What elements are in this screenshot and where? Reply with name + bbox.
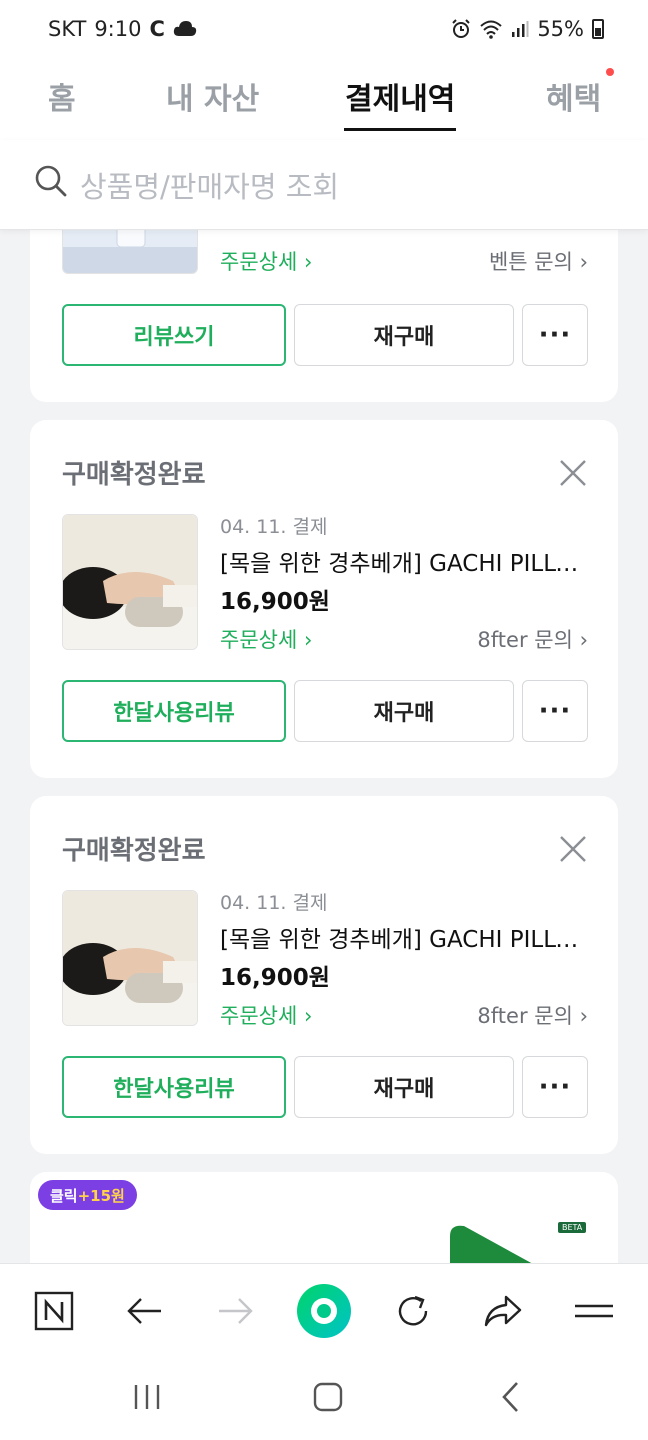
status-right: 55% <box>451 17 604 41</box>
order-card: 주문상세 › 벤튼 문의 › 리뷰쓰기 재구매 ··· <box>30 230 618 402</box>
repurchase-button[interactable]: 재구매 <box>294 1056 514 1118</box>
wifi-icon <box>480 20 502 39</box>
seller-inquiry-link[interactable]: 8fter 문의 › <box>477 624 588 654</box>
clock: 9:10 <box>94 17 142 41</box>
product-thumbnail[interactable] <box>62 890 198 1026</box>
order-card: 구매확정완료 04. 11. 결제 [목을 위한 경추베개] GACHI PIL… <box>30 420 618 778</box>
close-icon[interactable] <box>558 834 588 864</box>
beta-tag: BETA <box>558 1222 587 1233</box>
home-green-circle-icon[interactable] <box>296 1283 352 1339</box>
tab-payment-history[interactable]: 결제내역 <box>345 74 455 118</box>
notification-dot <box>606 68 614 76</box>
status-bar: SKT 9:10 C 55% <box>0 0 648 60</box>
search-icon <box>35 165 67 197</box>
pillow-photo <box>63 891 197 1025</box>
product-price: 16,900원 <box>220 965 330 991</box>
close-icon[interactable] <box>558 458 588 488</box>
product-title[interactable]: [목을 위한 경추베개] GACHI PILLOW <box>220 920 588 954</box>
status-left: SKT 9:10 C <box>48 17 197 41</box>
repurchase-button[interactable]: 재구매 <box>294 304 514 366</box>
product-thumbnail[interactable] <box>62 514 198 650</box>
order-detail-link[interactable]: 주문상세 › <box>220 624 312 654</box>
product-title[interactable]: [목을 위한 경추베개] GACHI PILLOW <box>220 544 588 578</box>
share-icon[interactable] <box>478 1286 528 1336</box>
active-tab-indicator <box>344 128 456 131</box>
tab-benefits[interactable]: 혜택 <box>546 74 601 118</box>
tab-my-assets[interactable]: 내 자산 <box>166 74 259 118</box>
browser-toolbar <box>0 1263 648 1357</box>
top-tabs: 홈 내 자산 결제내역 혜택 <box>0 60 648 140</box>
system-nav-bar <box>0 1357 648 1440</box>
order-detail-link[interactable]: 주문상세 › <box>220 246 312 276</box>
payment-date: 04. 11. 결제 <box>220 516 328 538</box>
product-image <box>63 230 197 273</box>
signal-icon <box>512 21 529 37</box>
cloud-icon <box>173 21 197 36</box>
search-input[interactable]: 상품명/판매자명 조회 <box>80 164 339 206</box>
naver-n-icon[interactable] <box>29 1286 79 1336</box>
search-bar[interactable]: 상품명/판매자명 조회 <box>0 140 648 230</box>
more-options-button[interactable]: ··· <box>522 1056 588 1118</box>
order-list: 주문상세 › 벤튼 문의 › 리뷰쓰기 재구매 ··· 구매확정완료 04. 1… <box>0 230 648 1264</box>
forward-arrow-icon[interactable] <box>210 1286 260 1336</box>
refresh-icon[interactable] <box>388 1286 438 1336</box>
battery-icon <box>592 19 604 39</box>
order-detail-link[interactable]: 주문상세 › <box>220 1000 312 1030</box>
order-card: 구매확정완료 04. 11. 결제 [목을 위한 경추베개] GACHI PIL… <box>30 796 618 1154</box>
back-icon[interactable] <box>500 1381 520 1413</box>
monthly-review-button[interactable]: 한달사용리뷰 <box>62 1056 286 1118</box>
product-price: 16,900원 <box>220 589 330 615</box>
order-status: 구매확정완료 <box>62 460 206 490</box>
battery-percent: 55% <box>537 17 584 41</box>
back-arrow-icon[interactable] <box>120 1286 170 1336</box>
more-options-button[interactable]: ··· <box>522 680 588 742</box>
write-review-button[interactable]: 리뷰쓰기 <box>62 304 286 366</box>
home-icon[interactable] <box>313 1382 343 1412</box>
monthly-review-button[interactable]: 한달사용리뷰 <box>62 680 286 742</box>
pillow-photo <box>63 515 197 649</box>
menu-icon[interactable] <box>569 1286 619 1336</box>
recent-apps-icon[interactable] <box>132 1383 162 1411</box>
repurchase-button[interactable]: 재구매 <box>294 680 514 742</box>
seller-inquiry-link[interactable]: 벤튼 문의 › <box>489 246 588 276</box>
sync-icon: C <box>149 17 165 41</box>
carrier: SKT <box>48 17 87 41</box>
seller-inquiry-link[interactable]: 8fter 문의 › <box>477 1000 588 1030</box>
product-thumbnail[interactable] <box>62 230 198 274</box>
more-options-button[interactable]: ··· <box>522 304 588 366</box>
tab-home[interactable]: 홈 <box>48 74 76 118</box>
click-reward-badge: 클릭 +15원 <box>38 1180 137 1210</box>
ad-card[interactable]: 클릭 +15원 BETA <box>30 1172 618 1264</box>
payment-date: 04. 11. 결제 <box>220 892 328 914</box>
order-status: 구매확정완료 <box>62 836 206 866</box>
ad-graphic <box>450 1225 534 1264</box>
alarm-icon <box>452 19 471 38</box>
